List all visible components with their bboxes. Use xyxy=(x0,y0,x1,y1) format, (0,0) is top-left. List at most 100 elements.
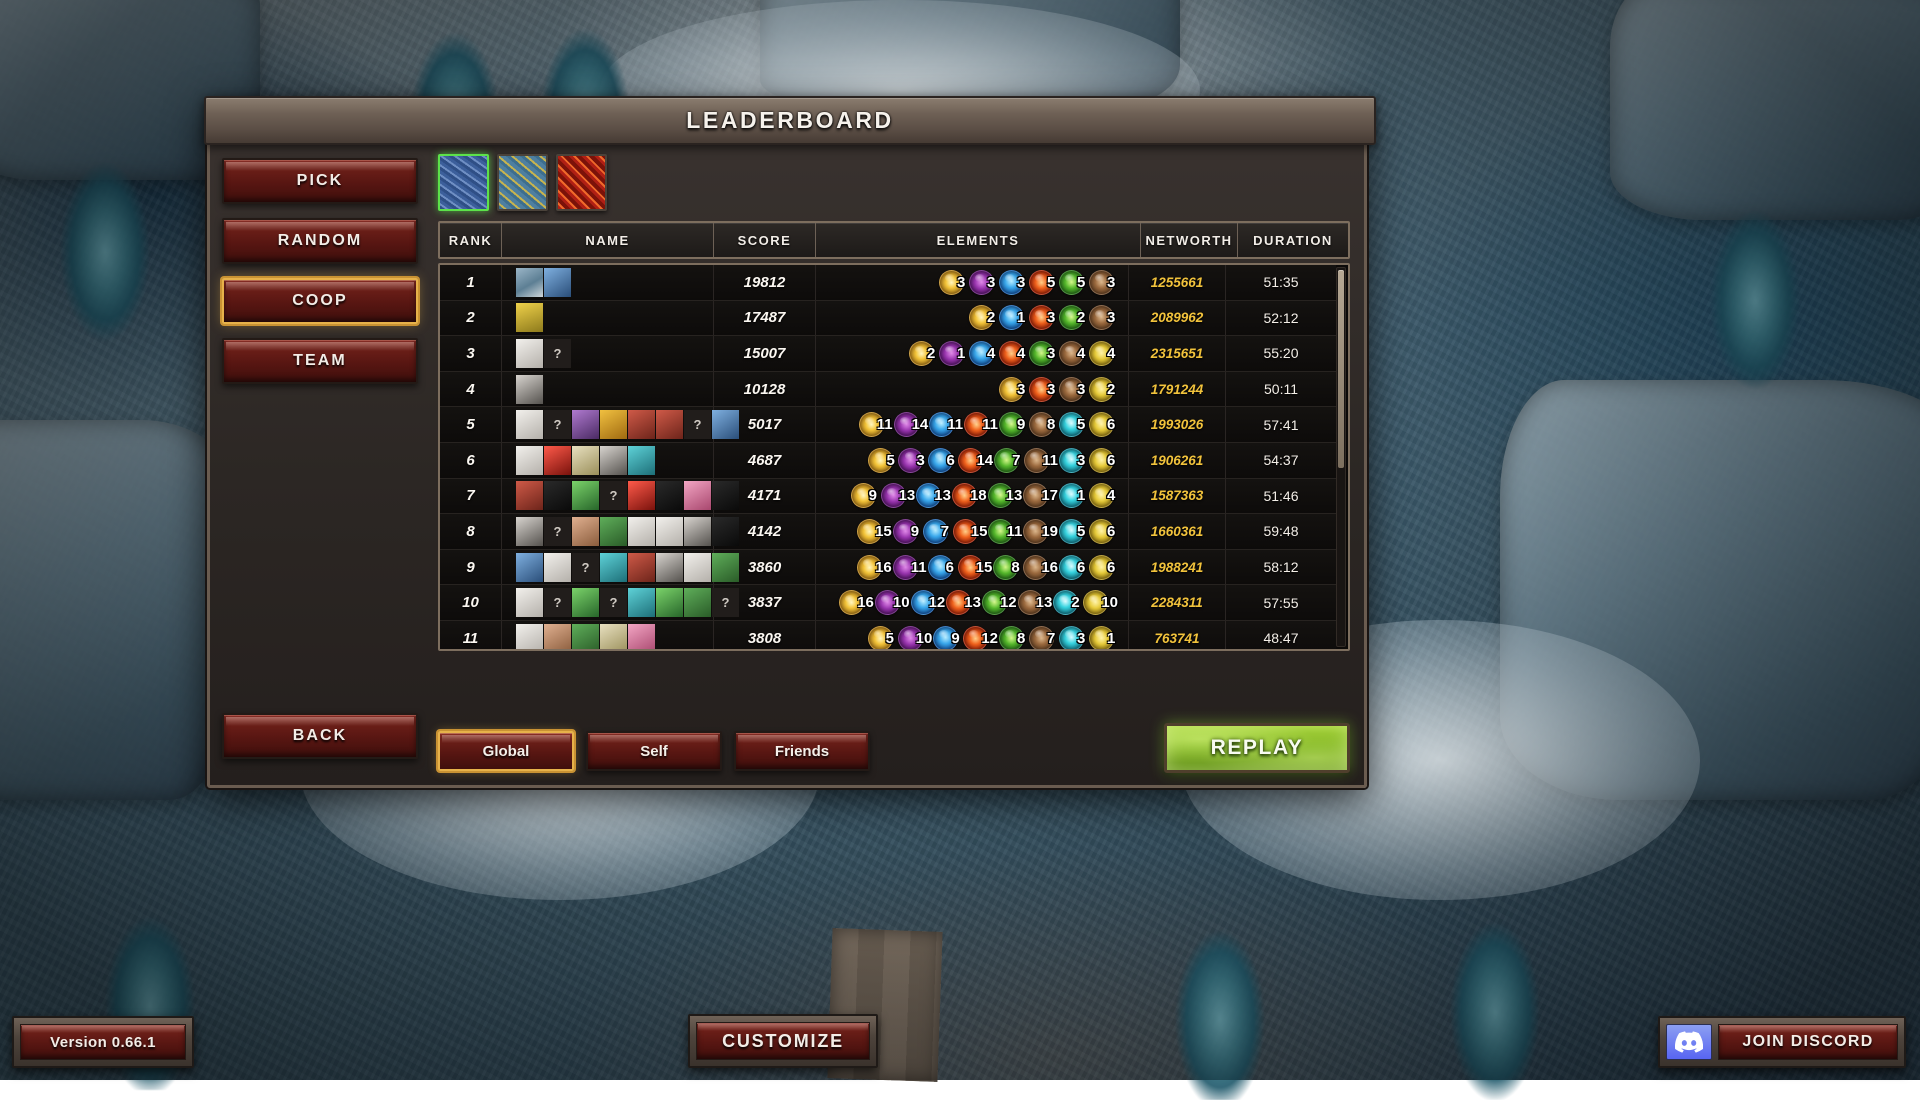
table-row[interactable]: 5??5017111411119856199302657:41 xyxy=(440,407,1336,443)
table-row[interactable]: 646875361471136190626154:37 xyxy=(440,443,1336,479)
version-button[interactable]: Version 0.66.1 xyxy=(12,1016,194,1068)
back-button-label: BACK xyxy=(293,727,348,745)
sidebar-item-team[interactable]: TEAM xyxy=(222,338,418,384)
map-thumb-red-lava[interactable] xyxy=(556,154,607,211)
element-nature: 8 xyxy=(993,555,1022,580)
avatar[interactable] xyxy=(656,410,683,439)
avatar[interactable] xyxy=(628,446,655,475)
table-row[interactable]: 3?150072144344231565155:20 xyxy=(440,336,1336,372)
avatar[interactable]: ? xyxy=(544,588,571,617)
avatar[interactable] xyxy=(712,517,739,546)
map-thumb-blue-maze[interactable] xyxy=(438,154,489,211)
avatar[interactable]: ? xyxy=(600,481,627,510)
avatar[interactable] xyxy=(628,553,655,582)
cell-networth: 2284311 xyxy=(1129,585,1226,620)
avatar[interactable] xyxy=(656,517,683,546)
avatar[interactable] xyxy=(516,446,543,475)
avatar[interactable] xyxy=(656,588,683,617)
avatar[interactable] xyxy=(684,517,711,546)
avatar[interactable] xyxy=(712,410,739,439)
table-row[interactable]: 10???3837161012131213210228431157:55 xyxy=(440,585,1336,621)
tab-self[interactable]: Self xyxy=(586,731,722,771)
join-discord-inner[interactable]: JOIN DISCORD xyxy=(1718,1024,1898,1060)
element-storm: 10 xyxy=(1083,590,1118,615)
avatar[interactable] xyxy=(572,481,599,510)
customize-button[interactable]: CUSTOMIZE xyxy=(688,1014,878,1068)
avatar[interactable] xyxy=(656,553,683,582)
avatar[interactable] xyxy=(600,410,627,439)
avatar[interactable] xyxy=(516,410,543,439)
avatar[interactable] xyxy=(628,624,655,649)
avatar[interactable] xyxy=(628,517,655,546)
element-count: 2 xyxy=(1071,594,1082,611)
table-row[interactable]: 7?41719131318131714158736351:46 xyxy=(440,479,1336,515)
sidebar-item-coop[interactable]: COOP xyxy=(222,278,418,324)
avatar[interactable]: ? xyxy=(544,339,571,368)
table-row[interactable]: 113808510912873176374148:47 xyxy=(440,621,1336,649)
avatar[interactable]: ? xyxy=(684,410,711,439)
version-button-inner[interactable]: Version 0.66.1 xyxy=(20,1024,186,1060)
tab-global[interactable]: Global xyxy=(438,731,574,771)
map-thumb-gold-ruins[interactable] xyxy=(497,154,548,211)
avatar[interactable] xyxy=(516,375,543,404)
column-header-name[interactable]: NAME xyxy=(502,223,714,257)
column-header-score[interactable]: SCORE xyxy=(714,223,816,257)
avatar[interactable] xyxy=(600,517,627,546)
avatar[interactable] xyxy=(572,517,599,546)
sidebar-item-pick[interactable]: PICK xyxy=(222,158,418,204)
cell-duration: 51:35 xyxy=(1226,265,1336,300)
avatar[interactable] xyxy=(572,588,599,617)
table-row[interactable]: 8?4142159715111956166036159:48 xyxy=(440,514,1336,550)
avatar[interactable] xyxy=(516,303,543,332)
avatar[interactable] xyxy=(628,481,655,510)
avatar[interactable] xyxy=(684,588,711,617)
avatar[interactable] xyxy=(712,481,739,510)
avatar[interactable] xyxy=(572,410,599,439)
avatar[interactable] xyxy=(516,268,543,297)
avatar[interactable] xyxy=(572,446,599,475)
column-header-rank[interactable]: RANK xyxy=(440,223,502,257)
avatar[interactable] xyxy=(544,553,571,582)
avatar[interactable]: ? xyxy=(544,410,571,439)
avatar[interactable] xyxy=(516,481,543,510)
sidebar-item-random[interactable]: RANDOM xyxy=(222,218,418,264)
avatar[interactable] xyxy=(544,446,571,475)
avatar[interactable] xyxy=(684,553,711,582)
table-row[interactable]: 21748721323208996252:12 xyxy=(440,301,1336,337)
avatar[interactable]: ? xyxy=(572,553,599,582)
avatar[interactable] xyxy=(516,339,543,368)
avatar[interactable]: ? xyxy=(712,588,739,617)
avatar[interactable] xyxy=(516,588,543,617)
table-scrollbar[interactable] xyxy=(1336,267,1346,647)
avatar[interactable] xyxy=(656,481,683,510)
column-header-elements[interactable]: ELEMENTS xyxy=(816,223,1141,257)
avatar[interactable] xyxy=(628,588,655,617)
replay-button[interactable]: REPLAY xyxy=(1164,723,1350,773)
avatar[interactable]: ? xyxy=(600,588,627,617)
avatar[interactable] xyxy=(628,410,655,439)
score-value: 4687 xyxy=(748,452,781,469)
avatar[interactable] xyxy=(516,517,543,546)
avatar[interactable] xyxy=(516,553,543,582)
avatar[interactable]: ? xyxy=(544,517,571,546)
avatar[interactable] xyxy=(544,268,571,297)
table-row[interactable]: 9?3860161161581666198824158:12 xyxy=(440,550,1336,586)
avatar[interactable] xyxy=(544,624,571,649)
scrollbar-thumb[interactable] xyxy=(1338,270,1344,468)
customize-button-inner[interactable]: CUSTOMIZE xyxy=(696,1022,870,1060)
avatar[interactable] xyxy=(600,624,627,649)
avatar[interactable] xyxy=(712,553,739,582)
back-button[interactable]: BACK xyxy=(222,713,418,759)
join-discord-button[interactable]: JOIN DISCORD xyxy=(1658,1016,1906,1068)
tab-friends[interactable]: Friends xyxy=(734,731,870,771)
avatar[interactable] xyxy=(544,481,571,510)
avatar[interactable] xyxy=(684,481,711,510)
avatar[interactable] xyxy=(572,624,599,649)
column-header-duration[interactable]: DURATION xyxy=(1238,223,1348,257)
avatar[interactable] xyxy=(600,446,627,475)
table-row[interactable]: 119812333553125566151:35 xyxy=(440,265,1336,301)
avatar[interactable] xyxy=(600,553,627,582)
column-header-networth[interactable]: NETWORTH xyxy=(1141,223,1238,257)
table-row[interactable]: 4101283332179124450:11 xyxy=(440,372,1336,408)
avatar[interactable] xyxy=(516,624,543,649)
